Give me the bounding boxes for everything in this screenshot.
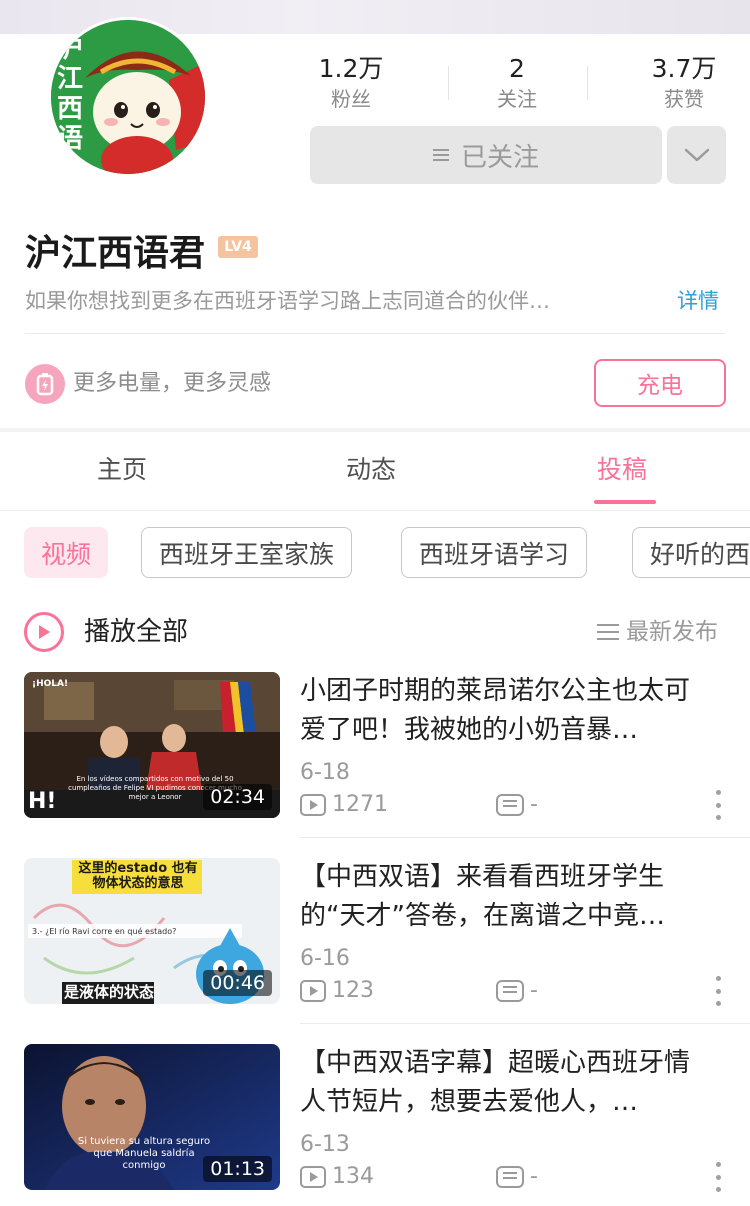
bio-detail-link[interactable]: 详情: [677, 286, 719, 316]
more-options-icon[interactable]: [712, 976, 724, 1006]
chip-spanish-learning[interactable]: 西班牙语学习: [401, 527, 588, 578]
tab-submissions[interactable]: 投稿: [597, 450, 647, 490]
more-options-icon[interactable]: [712, 1162, 724, 1192]
stat-likes-value: 3.7万: [651, 54, 717, 83]
danmaku-icon: [496, 980, 524, 1002]
video-item[interactable]: Si tuviera su altura seguro que Manuela …: [0, 1044, 750, 1206]
video-duration: 02:34: [203, 784, 272, 810]
charge-promo-text: 更多电量，更多灵感: [73, 371, 272, 396]
follow-options-button[interactable]: [667, 126, 726, 184]
divider: [25, 333, 725, 334]
video-item[interactable]: ¡HOLA! H! En los vídeos compartidos con …: [0, 672, 750, 858]
video-play-count: 1271: [300, 790, 388, 820]
svg-text:H!: H!: [28, 789, 56, 814]
video-danmaku-count: -: [496, 976, 538, 1006]
video-play-count: 123: [300, 976, 374, 1006]
danmaku-icon: [496, 794, 524, 816]
video-title[interactable]: 小团子时期的莱昂诺尔公主也太可爱了吧！我被她的小奶音暴…: [300, 672, 710, 750]
video-thumbnail[interactable]: Si tuviera su altura seguro que Manuela …: [24, 1044, 280, 1190]
section-divider: [0, 428, 750, 432]
video-thumbnail[interactable]: 3.- ¿El río Ravi corre en qué estado? 这里…: [24, 858, 280, 1004]
video-duration: 01:13: [203, 1156, 272, 1182]
play-count-icon: [300, 1166, 326, 1188]
chip-video[interactable]: 视频: [24, 527, 109, 578]
svg-text:¡HOLA!: ¡HOLA!: [32, 679, 68, 689]
play-count-icon: [300, 794, 326, 816]
thumbnail-caption: 是液体的状态: [64, 983, 155, 1001]
danmaku-count-value: -: [530, 792, 538, 817]
more-options-icon[interactable]: [712, 790, 724, 820]
sort-icon: [597, 624, 619, 640]
battery-icon: [25, 364, 65, 404]
followed-button-label: 已关注: [460, 142, 539, 173]
video-thumbnail[interactable]: ¡HOLA! H! En los vídeos compartidos con …: [24, 672, 280, 818]
danmaku-count-value: -: [530, 978, 538, 1003]
danmaku-count-value: -: [530, 1164, 538, 1189]
video-date: 6-18: [300, 760, 350, 785]
stat-fans-value: 1.2万: [318, 54, 384, 83]
sort-label: 最新发布: [626, 619, 718, 645]
stat-fans-label: 粉丝: [331, 87, 371, 111]
stat-likes-label: 获赞: [664, 87, 704, 111]
level-badge: LV4: [218, 236, 258, 258]
video-title[interactable]: 【中西双语字幕】超暖心西班牙情人节短片，想要去爱他人，…: [300, 1044, 710, 1122]
play-all-button[interactable]: 播放全部: [84, 612, 188, 652]
video-title[interactable]: 【中西双语】来看看西班牙学生的“天才”答卷，在离谱之中竟…: [300, 858, 710, 936]
thumbnail-caption: Si tuviera su altura seguro que Manuela …: [77, 1136, 211, 1171]
play-count-value: 134: [332, 1164, 374, 1189]
tab-home[interactable]: 主页: [97, 450, 147, 490]
tab-active-indicator: [594, 500, 656, 504]
avatar-text: 沪江西语: [57, 34, 84, 154]
video-danmaku-count: -: [496, 790, 538, 820]
chevron-down-icon: [684, 148, 709, 162]
charge-button[interactable]: 充电: [594, 359, 726, 407]
thumbnail-top-text: 这里的estado 也有物体状态的意思: [78, 861, 198, 891]
video-date: 6-13: [300, 1132, 350, 1157]
followed-button[interactable]: 已关注: [310, 126, 662, 184]
video-item[interactable]: 3.- ¿El río Ravi corre en qué estado? 这里…: [0, 858, 750, 1044]
play-all-icon[interactable]: [24, 612, 64, 652]
stat-divider: [448, 66, 449, 100]
video-duration: 00:46: [203, 970, 272, 996]
chip-nice-spanish[interactable]: 好听的西: [632, 527, 750, 578]
play-count-value: 123: [332, 978, 374, 1003]
divider: [0, 510, 750, 511]
play-count-value: 1271: [332, 792, 388, 817]
video-danmaku-count: -: [496, 1162, 538, 1192]
stat-likes[interactable]: 3.7万 获赞: [619, 54, 749, 112]
play-count-icon: [300, 980, 326, 1002]
tab-dynamics[interactable]: 动态: [346, 450, 396, 490]
divider: [300, 1023, 750, 1024]
danmaku-icon: [496, 1166, 524, 1188]
chip-royal-family[interactable]: 西班牙王室家族: [141, 527, 353, 578]
menu-icon: [432, 149, 449, 161]
stat-divider: [587, 66, 588, 100]
video-play-count: 134: [300, 1162, 374, 1192]
stat-following-label: 关注: [497, 87, 537, 111]
svg-text:3.- ¿El río Ravi corre en qué: 3.- ¿El río Ravi corre en qué estado?: [32, 926, 176, 936]
stat-following[interactable]: 2 关注: [452, 54, 582, 112]
video-date: 6-16: [300, 946, 350, 971]
stat-fans[interactable]: 1.2万 粉丝: [286, 54, 416, 112]
profile-name: 沪江西语君: [25, 233, 206, 274]
profile-bio: 如果你想找到更多在西班牙语学习路上志同道合的伙伴…: [25, 289, 550, 313]
avatar[interactable]: 沪江西语: [48, 17, 208, 177]
sort-control[interactable]: 最新发布: [597, 616, 718, 648]
stat-following-value: 2: [509, 54, 525, 83]
divider: [300, 837, 750, 838]
